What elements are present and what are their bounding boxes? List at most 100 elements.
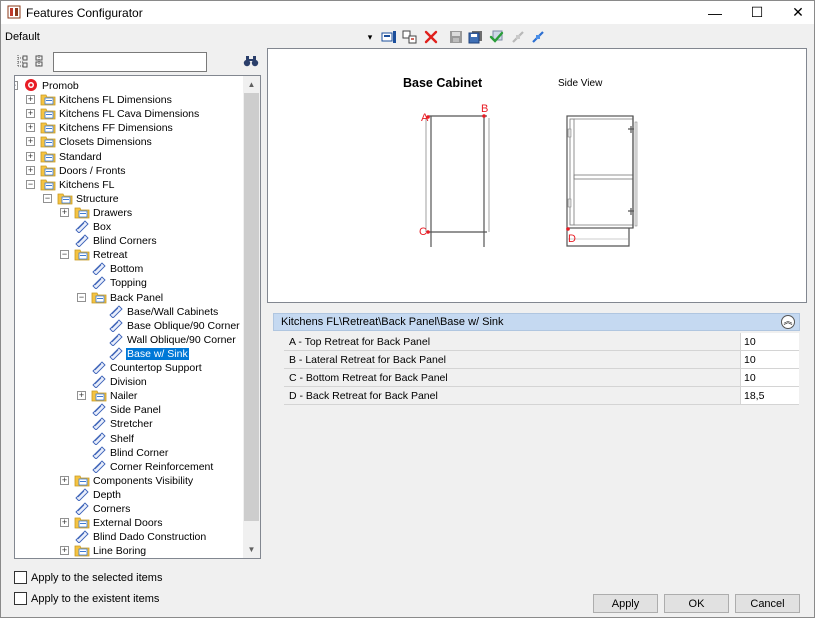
tree-item[interactable]: Kitchens FL Dimensions: [40, 92, 173, 106]
profile-label[interactable]: Default: [5, 31, 40, 43]
tree-item[interactable]: Standard: [40, 149, 103, 163]
collapse-node-icon[interactable]: −: [77, 292, 86, 302]
tree-vertical-scrollbar[interactable]: ▲ ▼: [243, 76, 260, 558]
connect-button[interactable]: [529, 29, 547, 45]
maximize-button[interactable]: ☐: [735, 1, 779, 24]
property-row: C - Bottom Retreat for Back Panel 10: [284, 369, 799, 387]
save-disk-icon: [450, 31, 462, 43]
property-name: B - Lateral Retreat for Back Panel: [289, 354, 446, 366]
tree-item[interactable]: Nailer: [91, 388, 138, 402]
expand-icon[interactable]: +: [60, 475, 69, 485]
tree-item[interactable]: Retreat: [74, 247, 128, 261]
find-button[interactable]: [242, 53, 260, 69]
tree-item[interactable]: Side Panel: [91, 402, 162, 417]
tree-item[interactable]: Wall Oblique/90 Corner: [108, 332, 237, 346]
scroll-down-icon[interactable]: ▼: [243, 541, 260, 558]
feature-icon: [92, 460, 106, 473]
tree-item[interactable]: Line Boring: [74, 543, 147, 557]
expand-icon[interactable]: +: [26, 95, 35, 105]
expand-icon[interactable]: +: [77, 391, 86, 401]
delete-feature-button[interactable]: [422, 29, 440, 45]
expand-icon[interactable]: +: [26, 151, 35, 161]
expand-icon[interactable]: +: [26, 109, 35, 119]
collapse-node-icon[interactable]: −: [43, 193, 52, 203]
expand-icon[interactable]: +: [60, 546, 69, 556]
save-all-button[interactable]: [467, 29, 485, 45]
collapse-icon[interactable]: ︽: [781, 315, 795, 329]
tree-item[interactable]: Corners: [74, 501, 131, 515]
tree-item[interactable]: Blind Corners: [74, 233, 158, 248]
tree-item[interactable]: Kitchens FL Cava Dimensions: [40, 106, 200, 120]
copy-feature-button[interactable]: [401, 29, 419, 45]
property-value-field[interactable]: 18,5: [740, 387, 799, 404]
apply-existent-checkbox[interactable]: [14, 592, 27, 605]
tree-item[interactable]: Depth: [74, 487, 122, 501]
toolbar-row: Default ▾: [1, 27, 814, 47]
expand-icon[interactable]: +: [26, 165, 35, 175]
collapse-all-button[interactable]: [33, 53, 51, 69]
tree-item[interactable]: Base/Wall Cabinets: [108, 304, 219, 318]
cancel-button[interactable]: Cancel: [735, 594, 800, 613]
expand-all-button[interactable]: [13, 53, 31, 69]
search-input[interactable]: [53, 52, 207, 72]
collapse-node-icon[interactable]: −: [60, 250, 69, 260]
expand-icon[interactable]: +: [60, 518, 69, 528]
expand-icon[interactable]: +: [26, 123, 35, 133]
tree-item[interactable]: External Doors: [74, 515, 163, 529]
add-feature-button[interactable]: [380, 29, 398, 45]
tree-item[interactable]: Promob: [23, 78, 80, 92]
collapse-tree-icon: [35, 55, 43, 67]
tree-item[interactable]: Countertop Support: [91, 360, 203, 374]
tree-item[interactable]: Kitchens FL: [40, 177, 115, 191]
tree-item[interactable]: Structure: [57, 191, 120, 205]
folder-icon: [40, 136, 56, 148]
minimize-button[interactable]: —: [693, 1, 737, 24]
tree-item[interactable]: Base w/ Sink: [108, 346, 190, 361]
save-button[interactable]: [447, 29, 465, 45]
tree-item-label: Kitchens FL Dimensions: [59, 94, 172, 107]
apply-selected-checkbox[interactable]: [14, 571, 27, 584]
tree-item[interactable]: Bottom: [91, 261, 144, 276]
tree-item[interactable]: Topping: [91, 275, 148, 290]
tree-item[interactable]: Corner Reinforcement: [91, 459, 214, 473]
tree-item-label: External Doors: [93, 517, 163, 530]
promob-logo-icon: [25, 79, 37, 91]
tree-item[interactable]: Base Oblique/90 Corner: [108, 318, 241, 332]
validate-button[interactable]: [488, 29, 506, 45]
tree-item[interactable]: Division: [91, 374, 148, 389]
tree-item[interactable]: Box: [74, 219, 112, 233]
apply-button[interactable]: Apply: [593, 594, 658, 613]
expand-icon[interactable]: +: [60, 207, 69, 217]
tree-item[interactable]: Kitchens FF Dimensions: [40, 120, 174, 134]
front-view: [425, 115, 490, 247]
expand-icon[interactable]: +: [26, 137, 35, 147]
tree-item[interactable]: Drawers: [74, 205, 133, 219]
disconnect-button[interactable]: [509, 29, 527, 45]
scroll-up-icon[interactable]: ▲: [243, 76, 260, 93]
scrollbar-thumb[interactable]: [244, 93, 259, 521]
tree-item-label: Drawers: [93, 206, 133, 219]
apply-existent-label: Apply to the existent items: [31, 592, 160, 605]
collapse-node-icon[interactable]: −: [15, 81, 18, 90]
dropdown-arrow-icon[interactable]: ▾: [365, 29, 375, 45]
close-window-button[interactable]: ✕: [776, 1, 815, 24]
tree-item[interactable]: Back Panel: [91, 290, 164, 304]
tree-item[interactable]: Shelf: [91, 431, 135, 445]
tree-item-label: Nailer: [110, 390, 138, 403]
features-tree[interactable]: ▲ ▼ − Promob + Kitchens FL Dimensions + Kitch…: [14, 75, 261, 559]
collapse-node-icon[interactable]: −: [26, 179, 35, 189]
tree-item[interactable]: Closets Dimensions: [40, 134, 153, 148]
tree-item[interactable]: Blind Dado Construction: [74, 529, 207, 544]
tree-item[interactable]: Doors / Fronts: [40, 163, 127, 177]
property-value-field[interactable]: 10: [740, 369, 799, 386]
tree-item[interactable]: Stretcher: [91, 416, 154, 431]
folder-icon: [74, 517, 90, 529]
ok-button[interactable]: OK: [664, 594, 729, 613]
tree-item[interactable]: Blind Corner: [91, 445, 169, 459]
property-value-field[interactable]: 10: [740, 333, 799, 350]
feature-icon: [109, 319, 123, 332]
property-value-field[interactable]: 10: [740, 351, 799, 368]
apply-selected-option[interactable]: Apply to the selected items: [14, 571, 162, 584]
tree-item[interactable]: Components Visibility: [74, 473, 194, 487]
apply-existent-option[interactable]: Apply to the existent items: [14, 592, 159, 605]
